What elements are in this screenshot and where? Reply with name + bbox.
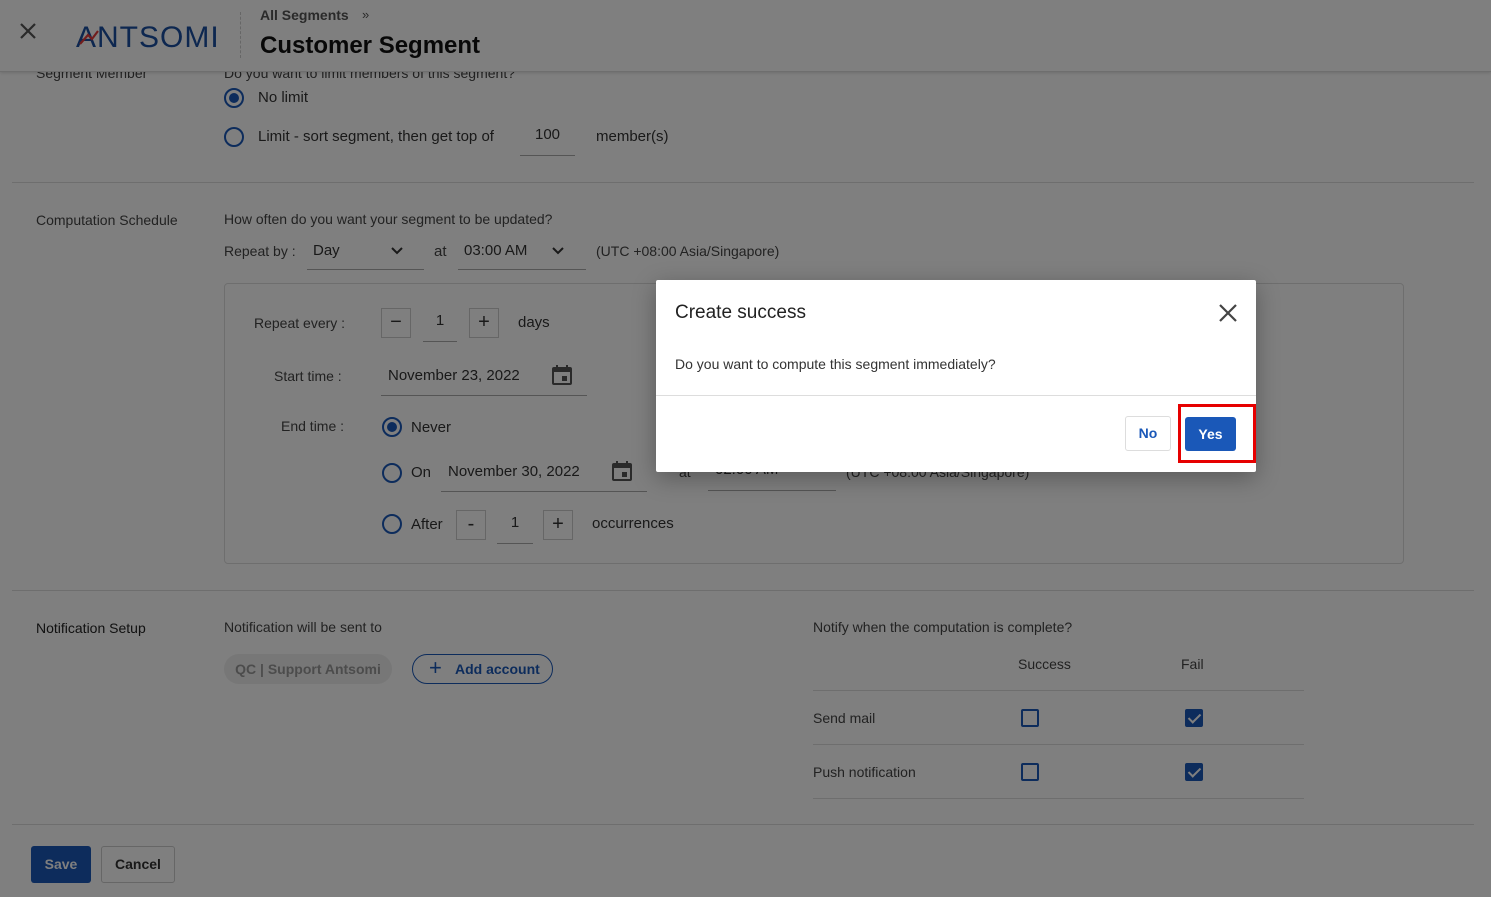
no-button[interactable]: No	[1125, 416, 1171, 451]
dialog-title: Create success	[675, 302, 806, 323]
close-icon[interactable]	[1217, 302, 1239, 324]
create-success-dialog: Create success Do you want to compute th…	[656, 280, 1256, 472]
dialog-message: Do you want to compute this segment imme…	[675, 356, 996, 372]
yes-button[interactable]: Yes	[1185, 417, 1236, 451]
dialog-divider	[656, 395, 1256, 396]
